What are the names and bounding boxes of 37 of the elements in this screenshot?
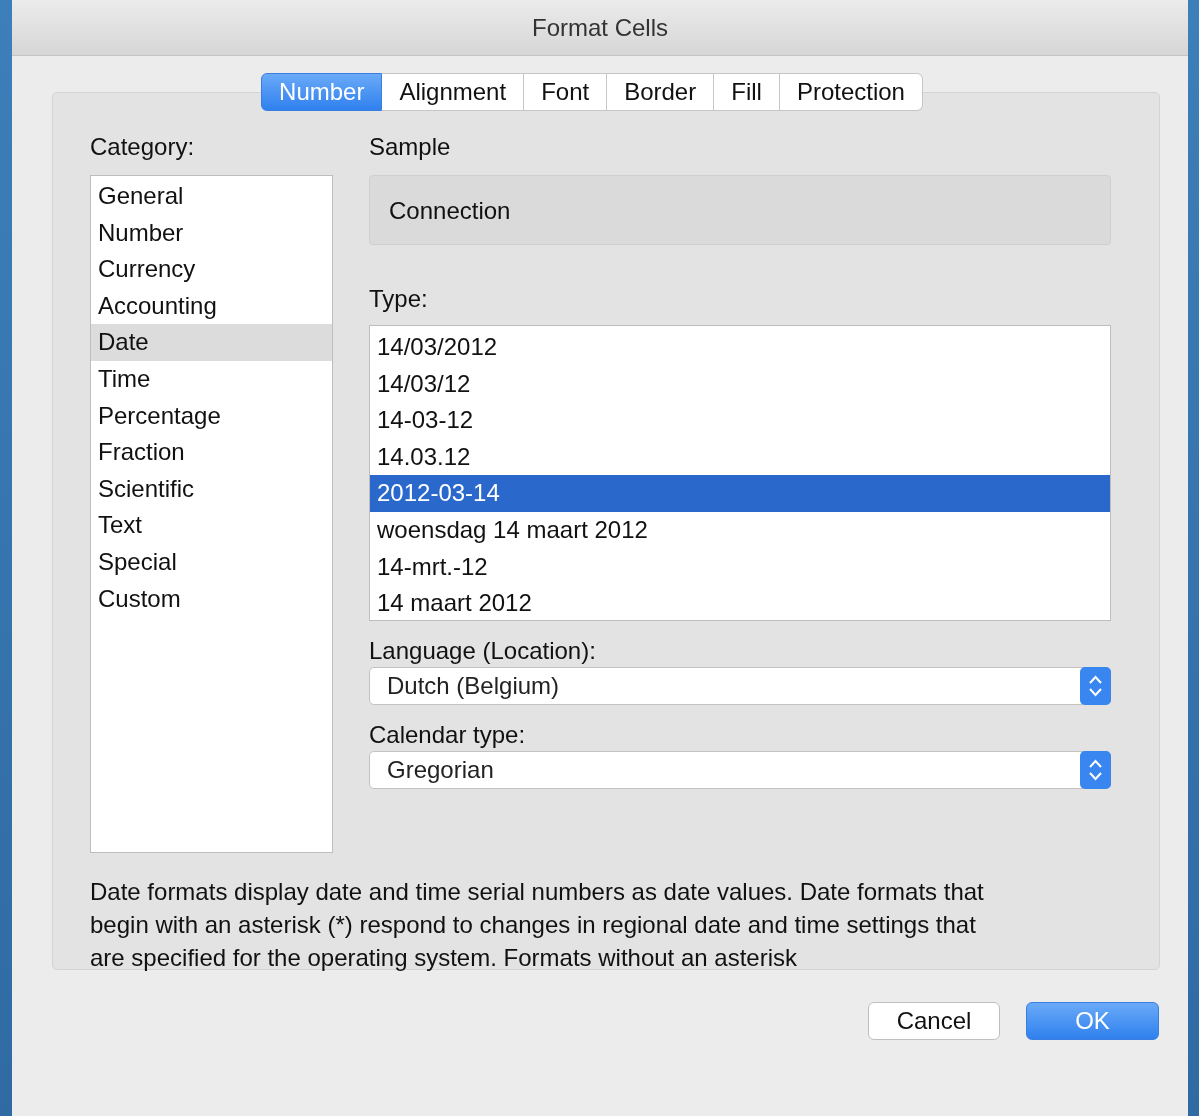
type-item[interactable]: 14/03/2012 [370, 329, 1110, 366]
category-item[interactable]: Date [91, 324, 332, 361]
tab[interactable]: Font [524, 73, 608, 111]
dialog-button[interactable]: Cancel [868, 1002, 1000, 1040]
type-item[interactable]: 14-03-12 [370, 402, 1110, 439]
stepper-icon [1080, 751, 1111, 789]
type-item[interactable]: 2012-03-14 [370, 475, 1110, 512]
sample-preview: Connection [369, 175, 1111, 245]
tab[interactable]: Alignment [382, 73, 525, 111]
tab[interactable]: Protection [779, 73, 923, 111]
category-item[interactable]: Number [91, 214, 332, 252]
category-item[interactable]: Scientific [91, 470, 332, 508]
category-item[interactable]: Currency [91, 251, 332, 288]
category-item[interactable]: Accounting [91, 287, 332, 325]
type-item[interactable]: 14/03/12 [370, 365, 1110, 403]
category-item[interactable]: Time [91, 360, 332, 398]
category-item[interactable]: General [91, 178, 332, 215]
type-item[interactable]: woensdag 14 maart 2012 [370, 511, 1110, 549]
sample-label: Sample [369, 133, 451, 162]
dropdown[interactable]: Dutch (Belgium) [369, 667, 1111, 705]
category-item[interactable]: Text [91, 507, 332, 544]
tab[interactable]: Border [607, 73, 715, 111]
category-item[interactable]: Fraction [91, 434, 332, 471]
description-text: Date formats display date and time serial numbers as date values. Date formats that begin with an asterisk (*) respond to changes in regional date and time settings that are specified for the operating system. Formats without an asterisk [90, 877, 985, 973]
category-item[interactable]: Custom [91, 580, 332, 618]
tab[interactable]: Fill [714, 73, 780, 111]
category-label: Category: [90, 133, 195, 162]
type-item[interactable]: 14 maart 2012 [370, 585, 1110, 620]
select-label: Calendar type: [369, 721, 526, 750]
type-item[interactable]: 14-mrt.-12 [370, 548, 1110, 586]
stepper-icon [1080, 667, 1111, 705]
category-item[interactable]: Percentage [91, 397, 332, 435]
type-item[interactable]: 14.03.12 [370, 438, 1110, 476]
select-label: Language (Location): [369, 637, 596, 666]
type-label: Type: [369, 285, 428, 314]
dropdown[interactable]: Gregorian [369, 751, 1111, 789]
category-item[interactable]: Special [91, 543, 332, 581]
